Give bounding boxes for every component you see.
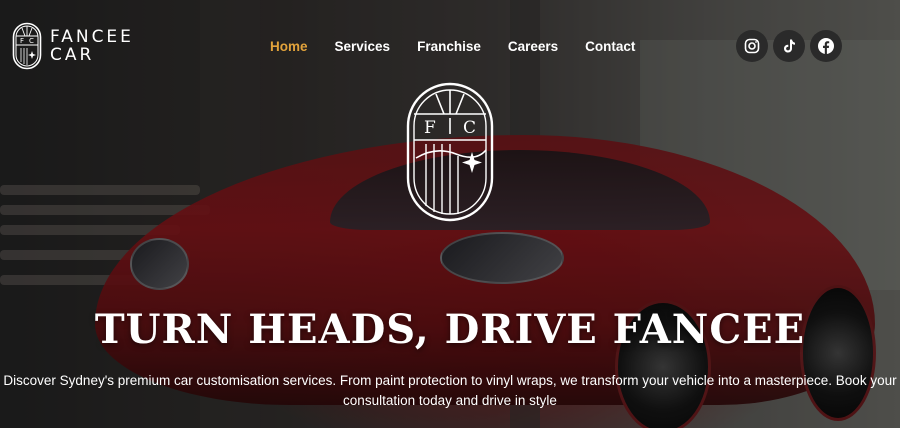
brand-logo[interactable]: F C FANCEE CAR	[12, 22, 134, 70]
emblem-letter: F	[424, 118, 436, 138]
facebook-button[interactable]	[810, 30, 842, 62]
nav-link-home[interactable]: Home	[270, 39, 308, 54]
brand-name-line2: CAR	[50, 45, 95, 65]
nav-link-services[interactable]: Services	[335, 39, 391, 54]
hero-description: Discover Sydney's premium car customisat…	[3, 373, 897, 408]
hero-headline: TURN HEADS, DRIVE FANCEE	[94, 306, 806, 353]
instagram-button[interactable]	[736, 30, 768, 62]
main-nav: Home Services Franchise Careers Contact	[270, 39, 635, 54]
social-links	[736, 30, 842, 62]
tiktok-button[interactable]	[773, 30, 805, 62]
fancee-emblem-icon: F C	[406, 82, 494, 222]
hero-section: F C FANCEE CAR Home Services Franchise C…	[0, 0, 900, 428]
emblem-letter: C	[463, 118, 476, 138]
facebook-icon	[818, 38, 834, 54]
brand-emblem-icon: F C	[12, 22, 42, 70]
brand-name-line1: FANCEE	[50, 27, 134, 47]
nav-link-careers[interactable]: Careers	[508, 39, 558, 54]
nav-link-franchise[interactable]: Franchise	[417, 39, 481, 54]
instagram-icon	[744, 38, 760, 54]
nav-link-contact[interactable]: Contact	[585, 39, 635, 54]
brand-emblem-letter: F	[20, 37, 24, 45]
brand-emblem-letter: C	[29, 37, 34, 45]
tiktok-icon	[784, 39, 795, 53]
